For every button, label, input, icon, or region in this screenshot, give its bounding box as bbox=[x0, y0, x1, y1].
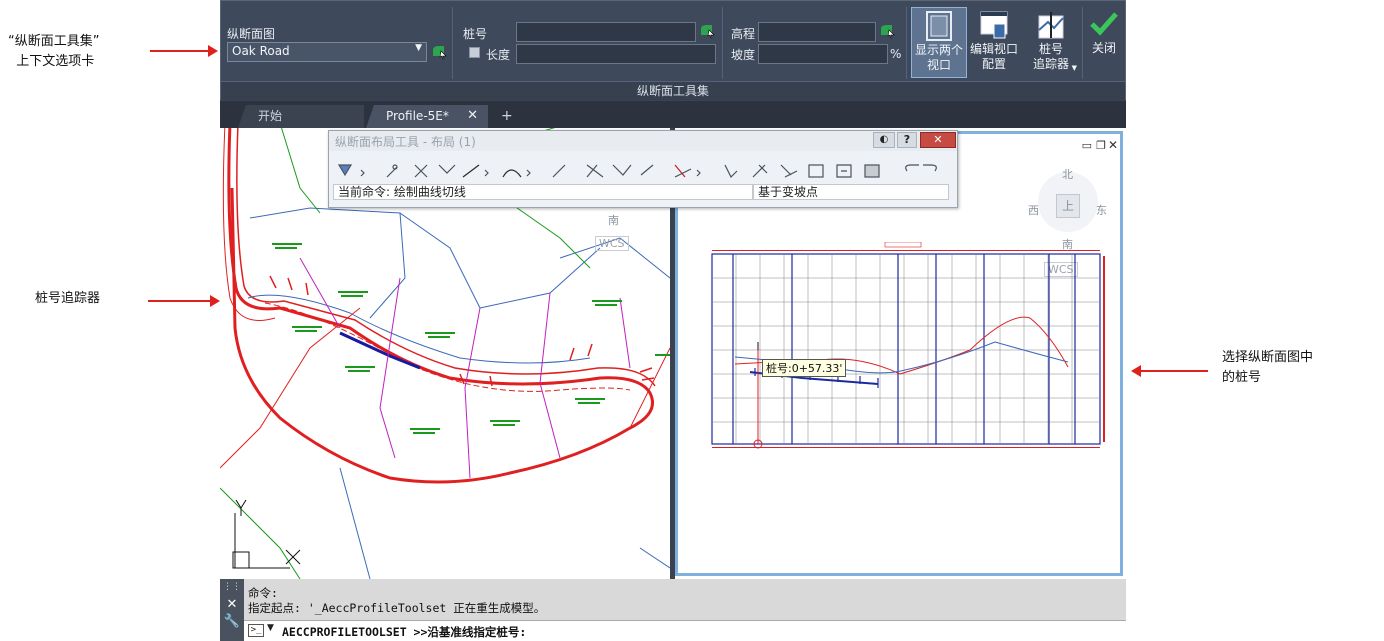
tab-profile[interactable]: Profile-5E* ✕ bbox=[366, 105, 488, 128]
command-prompt-icon[interactable]: >_ bbox=[248, 624, 264, 637]
edit-viewport-config-label: 编辑视口 配置 bbox=[969, 42, 1018, 71]
edit-viewport-config-button[interactable]: 编辑视口 配置 bbox=[967, 7, 1021, 78]
station-tracker-label: 桩号 追踪器 bbox=[1032, 42, 1069, 71]
profile-grid[interactable] bbox=[710, 242, 1105, 457]
ribbon-profile-toolset: 纵断面图 Oak Road ▼ 桩号 长度 高程 坡度 % 显示两个 视口 编辑… bbox=[220, 0, 1126, 100]
settings-icon[interactable]: ◐ bbox=[873, 132, 895, 148]
tab-start-label: 开始 bbox=[258, 109, 283, 123]
plan-viewcube-south: 南 bbox=[608, 214, 619, 227]
grade-unit: % bbox=[890, 47, 902, 61]
length-label: 长度 bbox=[486, 48, 511, 62]
pick-station-icon[interactable] bbox=[699, 23, 715, 39]
command-history-line-2: 指定起点: '_AeccProfileToolset 正在重生成模型。 bbox=[248, 601, 546, 615]
callout-arrow bbox=[150, 45, 218, 57]
close-toolset-label: 关闭 bbox=[1091, 41, 1116, 55]
length-field[interactable] bbox=[516, 44, 716, 64]
divider bbox=[1082, 7, 1083, 79]
length-checkbox[interactable] bbox=[469, 47, 480, 58]
plan-wcs-menu[interactable]: WCS bbox=[595, 236, 629, 251]
callout-arrow bbox=[1131, 365, 1208, 377]
show-two-viewports-label: 显示两个 视口 bbox=[914, 43, 963, 72]
tab-profile-label: Profile-5E* bbox=[386, 109, 449, 123]
show-two-viewports-button[interactable]: 显示两个 视口 bbox=[911, 7, 967, 78]
layout-tools-titlebar[interactable]: 纵断面布局工具 - 布局 (1) ◐ ? ✕ bbox=[329, 131, 957, 151]
elevation-label: 高程 bbox=[731, 27, 756, 41]
chevron-down-icon[interactable]: ▼ bbox=[267, 623, 274, 633]
command-line-grip[interactable]: ⋮⋮ ✕ 🔧 bbox=[220, 579, 244, 641]
command-input[interactable]: >_ ▼ AECCPROFILETOOLSET >>沿基准线指定桩号: bbox=[244, 620, 1126, 641]
close-toolset-button[interactable]: 关闭 bbox=[1085, 9, 1123, 69]
callout-arrow bbox=[148, 295, 220, 307]
panel-title: 纵断面工具集 bbox=[221, 81, 1125, 100]
civil3d-window: 纵断面图 Oak Road ▼ 桩号 长度 高程 坡度 % 显示两个 视口 编辑… bbox=[220, 0, 1126, 641]
wrench-icon[interactable]: 🔧 bbox=[220, 614, 244, 629]
tracker-callout: 桩号追踪器 bbox=[35, 291, 101, 306]
current-command-field: 当前命令: 绘制曲线切线 bbox=[333, 184, 753, 200]
station-tracker-icon bbox=[1034, 10, 1068, 40]
command-line: ⋮⋮ ✕ 🔧 命令: 指定起点: '_AeccProfileToolset 正在… bbox=[220, 579, 1126, 641]
close-icon[interactable]: ✕ bbox=[920, 132, 956, 148]
station-tracker-button[interactable]: 桩号 追踪器 ▼ bbox=[1023, 7, 1079, 78]
minimize-icon[interactable]: ▭ bbox=[1082, 139, 1092, 152]
close-icon[interactable]: ✕ bbox=[1108, 138, 1118, 152]
close-icon[interactable]: ✕ bbox=[467, 105, 478, 127]
restore-icon[interactable]: ❐ bbox=[1096, 139, 1106, 152]
new-tab-button[interactable]: + bbox=[494, 105, 520, 128]
viewport-icon bbox=[922, 11, 956, 41]
viewcube-north[interactable]: 北 bbox=[1062, 166, 1073, 182]
divider bbox=[906, 7, 907, 79]
profile-select-value: Oak Road bbox=[232, 44, 290, 58]
help-icon[interactable]: ? bbox=[897, 132, 917, 148]
divider bbox=[722, 7, 723, 79]
profile-layout-tools-window: 纵断面布局工具 - 布局 (1) ◐ ? ✕ 当前命令: 绘制曲线切线 基于变坡… bbox=[328, 130, 958, 208]
station-tooltip: 桩号:0+57.33' bbox=[762, 359, 847, 377]
profile-select[interactable]: Oak Road ▼ bbox=[227, 42, 427, 62]
profile-label: 纵断面图 bbox=[227, 27, 276, 41]
command-prompt-text: AECCPROFILETOOLSET >>沿基准线指定桩号: bbox=[282, 625, 527, 639]
chevron-down-icon: ▼ bbox=[415, 43, 422, 53]
file-tabs: 开始 Profile-5E* ✕ + bbox=[220, 101, 1126, 128]
ucs-x-label: X bbox=[296, 548, 297, 549]
edit-viewport-icon bbox=[977, 10, 1011, 40]
tab-start[interactable]: 开始 bbox=[238, 105, 364, 128]
pick-elevation-icon[interactable] bbox=[879, 23, 895, 39]
viewcube-top-face[interactable]: 上 bbox=[1056, 194, 1080, 218]
grade-label: 坡度 bbox=[731, 48, 756, 62]
station-label: 桩号 bbox=[463, 27, 488, 41]
divider bbox=[452, 7, 453, 79]
station-callout: 选择纵断面图中 的桩号 bbox=[1222, 350, 1314, 385]
grip-icon[interactable]: ⋮⋮ bbox=[220, 581, 244, 593]
viewcube-west[interactable]: 西 bbox=[1028, 202, 1039, 218]
command-history-line-1: 命令: bbox=[248, 586, 278, 600]
layout-tools-title: 纵断面布局工具 - 布局 (1) bbox=[335, 135, 476, 149]
station-field[interactable] bbox=[516, 22, 696, 42]
pick-profile-icon[interactable] bbox=[431, 44, 447, 60]
ucs-y-label: Y bbox=[236, 494, 237, 495]
grade-field[interactable] bbox=[758, 44, 888, 64]
elevation-field[interactable] bbox=[758, 22, 876, 42]
checkmark-icon bbox=[1089, 9, 1119, 39]
ribbon-callout: “纵断面工具集” 上下文选项卡 bbox=[8, 34, 100, 69]
chevron-down-icon: ▼ bbox=[1071, 64, 1077, 72]
layout-mode-field: 基于变坡点 bbox=[753, 184, 949, 200]
viewcube-east[interactable]: 东 bbox=[1096, 202, 1107, 218]
close-icon[interactable]: ✕ bbox=[220, 597, 244, 612]
layout-tools-icons[interactable] bbox=[335, 161, 951, 183]
